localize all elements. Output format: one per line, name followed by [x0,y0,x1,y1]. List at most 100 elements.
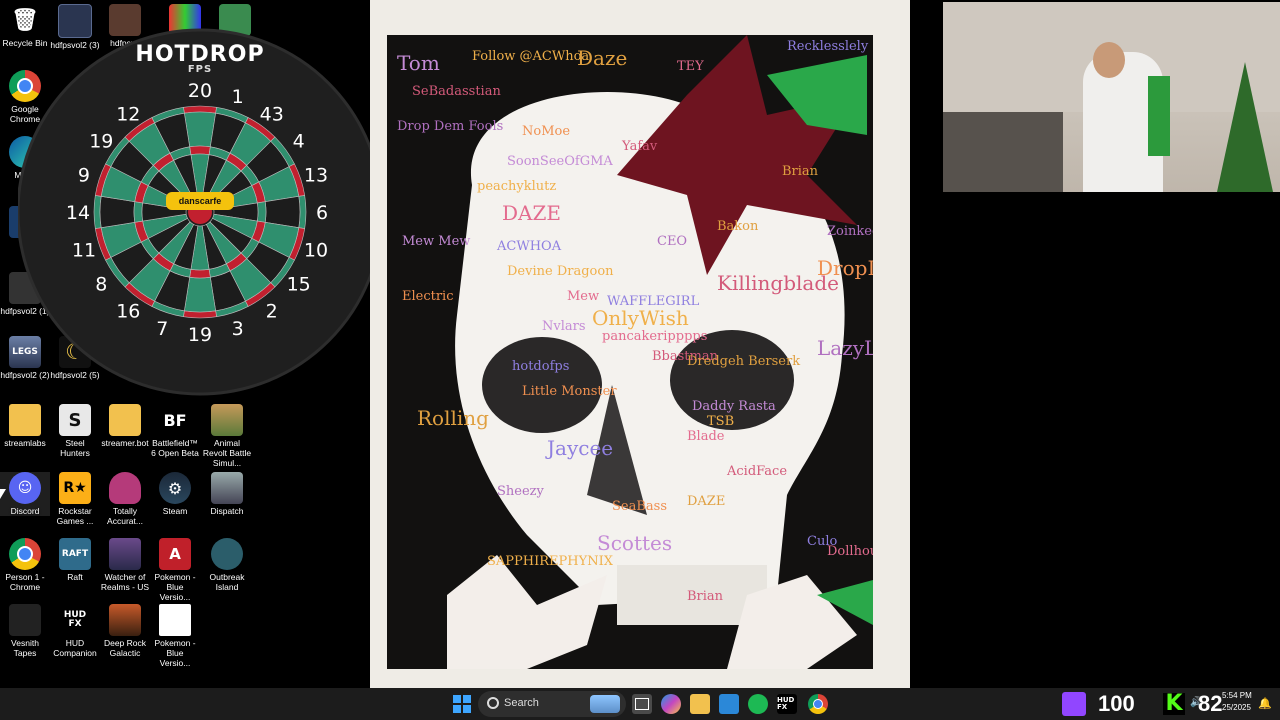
painting-signature: OnlyWish [592,306,689,330]
streamer-bot-shortcut[interactable]: streamer.bot [100,404,150,448]
dartboard-number: 1 [232,86,244,108]
folder-icon [9,404,41,436]
painting-signature: Recklesslely [787,39,869,54]
taskbar-search[interactable]: Search [478,691,626,717]
twitch-icon [1062,692,1086,716]
painting-signature: Brian [782,164,819,179]
dartboard-number: 14 [66,202,90,224]
painting-signature: ACWHOA [496,239,562,254]
file-explorer-button[interactable] [690,694,710,714]
pokemon-blue-shortcut-1[interactable]: A Pokemon - Blue Versio... [150,538,200,602]
person-1-chrome-shortcut[interactable]: Person 1 - Chrome [0,538,50,592]
dartboard-number: 3 [232,318,244,340]
painting-signature: AcidFace [726,464,787,479]
painting-signature: TSB [707,414,734,429]
dartboard-number: 15 [287,274,311,296]
dispatch-shortcut[interactable]: Dispatch [202,472,252,516]
dartboard-subtitle: FPS [187,64,213,75]
dartboard-number: 4 [293,130,305,152]
discord-shortcut[interactable]: ☺ Discord [0,472,50,516]
mouse-cursor-icon [0,489,6,499]
hud-companion-shortcut[interactable]: HUD FX HUD Companion [50,604,100,658]
streamlabs-shortcut[interactable]: streamlabs [0,404,50,448]
kick-icon: K [1163,693,1185,715]
painting-signature: DAZE [687,494,725,509]
rockstar-icon: R★ [59,472,91,504]
painting-signature: pancakeripppps [602,329,707,344]
clock-time[interactable]: 5:54 PM [1222,691,1252,700]
dartboard-overlay[interactable]: 20 1 43 4 13 6 10 15 2 3 19 7 16 8 11 14 9 19 12 HOTDROP F… [16,28,384,396]
search-placeholder: Search [504,697,539,709]
search-icon [487,697,499,709]
dartboard-graphic: 20 1434136101523197168111491912 [16,28,384,396]
painting-signature: SeaBass [612,499,667,514]
chrome-taskbar-button[interactable] [808,694,828,714]
clock-date[interactable]: 25/2025 [1222,703,1251,712]
steel-hunters-shortcut[interactable]: S Steel Hunters [50,404,100,458]
painting-signature: hotdofps [512,359,569,374]
dartboard-number: 12 [116,103,140,125]
painting-signature: Culo [807,534,837,549]
animal-revolt-shortcut[interactable]: Animal Revolt Battle Simul... [202,404,252,468]
battlefield-icon: BF [159,404,191,436]
painting-signature: SAPPHIREPHYNIX [487,554,614,569]
rockstar-games-shortcut[interactable]: R★ Rockstar Games ... [50,472,100,526]
tabs-icon [109,472,141,504]
dartboard-number: 7 [156,318,168,340]
dartboard-number: 9 [78,164,90,186]
painting-signature: TEY [677,59,704,74]
pokemon-blue-shortcut-2[interactable]: Pokemon - Blue Versio... [150,604,200,668]
dartboard-number: 2 [266,301,278,323]
twitch-viewer-count: 100 [1098,691,1135,716]
spotify-button[interactable] [748,694,768,714]
painting-signature: SoonSeeOfGMA [507,154,613,169]
dartboard-number: 19 [188,324,212,346]
vesnith-tapes-shortcut[interactable]: Vesnith Tapes [0,604,50,658]
hud-fx-icon: HUD FX [777,696,795,711]
copilot-button[interactable] [661,694,681,714]
christmas-tree [1217,62,1273,192]
painting-signature: LazyLlama [817,336,873,360]
painting-signature: SeBadasstian [412,84,501,99]
totally-accurate-shortcut[interactable]: Totally Accurat... [100,472,150,526]
painting-signature: Bakon [717,219,759,234]
outbreak-island-shortcut[interactable]: Outbreak Island [202,538,252,592]
dartboard-number: 13 [304,164,328,186]
painting-signature: Blade [687,429,725,444]
task-view-button[interactable] [632,694,652,714]
deep-rock-galactic-shortcut[interactable]: Deep Rock Galactic [100,604,150,658]
hud-fx-button[interactable]: HUD FX [777,694,797,714]
painting-signature: Drop Dem Fools [397,119,503,134]
dartboard-number: 8 [95,274,107,296]
outbreak-island-icon [211,538,243,570]
watcher-of-realms-shortcut[interactable]: Watcher of Realms - US [100,538,150,592]
notepad-button[interactable] [719,694,739,714]
painting-signature: Tom [397,51,440,75]
battlefield-6-shortcut[interactable]: BF Battlefield™ 6 Open Beta [150,404,200,458]
dartboard-number: 10 [304,240,328,262]
deep-rock-galactic-icon [109,604,141,636]
folder-icon [109,404,141,436]
painting-signature: Scottes [597,531,672,555]
dartboard-number: 16 [116,301,140,323]
elf-figure [1148,76,1170,156]
bullseye-label: danscarfe [166,192,234,210]
painting-signature: Dredgeh Berserk [687,354,800,369]
skull-artwork: Tom Follow @ACWhoa TEY Recklesslely SeBadass… [397,35,873,669]
painting-signature: Mew Mew [402,234,470,249]
notification-bell-icon[interactable]: 🔔 [1258,697,1272,710]
hud-fx-icon: HUD FX [59,604,91,636]
steam-shortcut[interactable]: ⚙ Steam [150,472,200,516]
steam-icon: ⚙ [159,472,191,504]
raft-shortcut[interactable]: RAFT Raft [50,538,100,582]
watcher-of-realms-icon [109,538,141,570]
painting-signature: Nvlars [542,319,586,334]
start-button[interactable] [452,694,472,714]
painting-signature: Yafav [621,139,658,154]
painting-signature: Zoinked [827,224,873,239]
dispatch-icon [211,472,243,504]
pokemon-icon: A [159,538,191,570]
dartboard-segment [189,268,211,279]
painting-signature: Follow @ACWhoa [472,49,589,64]
dartboard-segment [256,201,267,223]
